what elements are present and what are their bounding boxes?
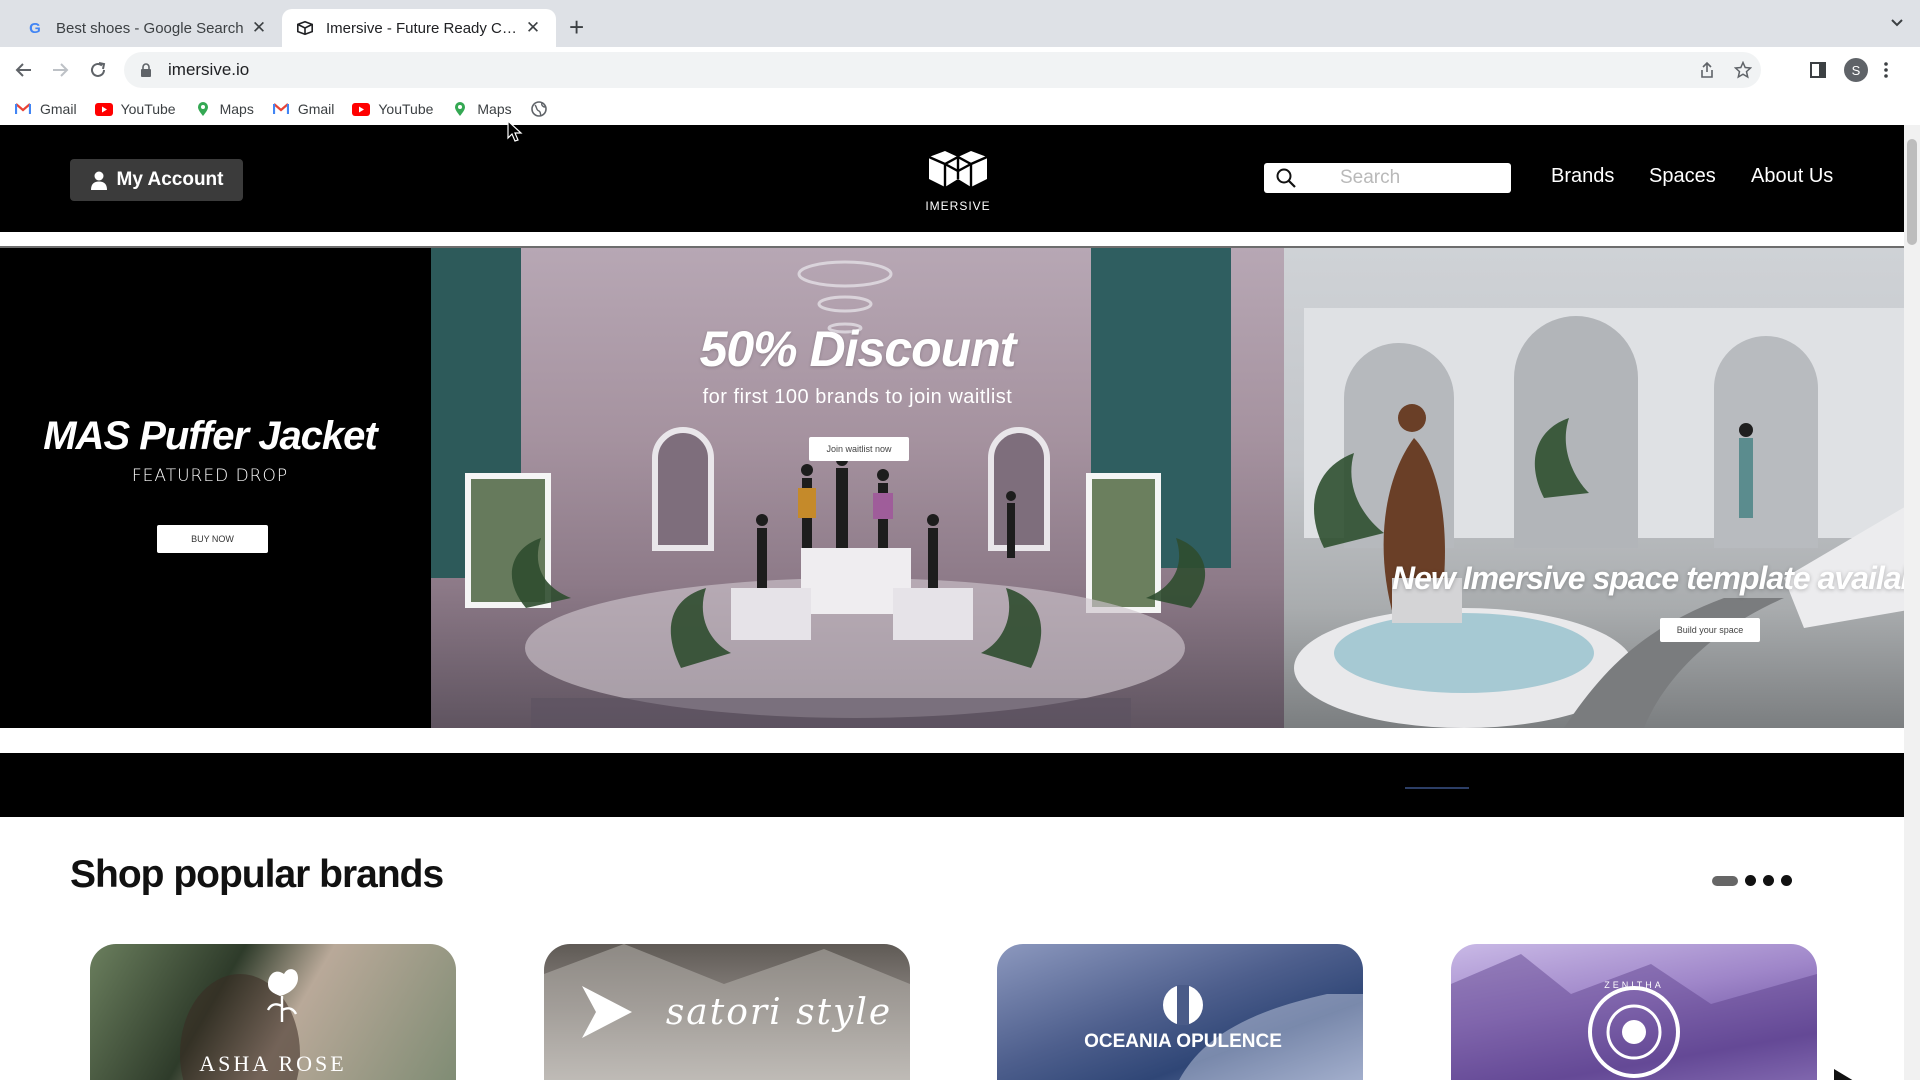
brand-name: ASHA ROSE [199,1051,347,1076]
site-header: My Account IMERSIVE Brands Spaces About … [0,125,1904,232]
pagination-dot-active[interactable] [1712,875,1738,886]
close-icon[interactable]: ✕ [250,18,268,37]
join-waitlist-button[interactable]: Join waitlist now [809,437,909,461]
url-text: imersive.io [168,60,250,79]
pagination-dot[interactable] [1763,875,1774,886]
slide-subtitle: FEATURED DROP [131,466,289,486]
reload-icon[interactable] [86,58,110,82]
brand-card-satori-style[interactable]: satori style [544,944,910,1080]
tab-title: Best shoes - Google Search [56,19,244,37]
imersive-icon [296,19,314,37]
brand-name: OCEANIA OPULENCE [1084,1031,1282,1052]
section-title: Shop popular brands [70,853,444,896]
lock-icon[interactable] [140,63,156,77]
tab-google-search[interactable]: G Best shoes - Google Search ✕ [12,9,282,47]
brand-card-asha-rose[interactable]: ASHA ROSE [90,944,456,1080]
new-tab-button[interactable]: + [569,14,584,40]
forward-icon[interactable] [48,58,72,82]
maps-icon [451,102,469,116]
brand-name: ZENITHA [1604,980,1664,990]
search-input[interactable] [1308,167,1498,189]
gmail-icon [272,102,290,116]
browser-toolbar: imersive.io S [0,47,1920,93]
slide-title: MAS Puffer Jacket [43,414,378,458]
carousel-progress-indicator [1405,787,1469,789]
search-icon[interactable] [1276,168,1296,188]
youtube-icon [94,102,113,116]
tab-strip: G Best shoes - Google Search ✕ Imersive … [0,0,1920,47]
hero-carousel: MAS Puffer Jacket FEATURED DROP BUY NOW [0,248,1920,728]
avatar[interactable]: S [1844,58,1868,82]
user-icon [90,171,108,190]
brand-name: satori style [665,992,893,1033]
logo-wordmark: IMERSIVE [925,199,991,213]
brand-pagination [1712,875,1792,886]
bookmark-youtube[interactable]: YouTube [94,101,176,117]
carousel-indicator-band [0,753,1904,817]
build-your-space-button[interactable]: Build your space [1660,618,1760,642]
google-icon: G [26,19,44,37]
slide-subtitle: for first 100 brands to join waitlist [702,386,1013,408]
bookmark-gmail[interactable]: Gmail [272,101,334,117]
nav-about-us[interactable]: About Us [1751,165,1833,188]
address-bar[interactable]: imersive.io [124,52,1761,88]
my-account-label: My Account [116,169,224,190]
nav-brands[interactable]: Brands [1551,165,1614,188]
maps-icon [194,102,212,116]
gmail-icon [14,102,32,116]
pagination-dot[interactable] [1781,875,1792,886]
bookmark-gmail[interactable]: Gmail [14,101,77,117]
close-icon[interactable]: ✕ [524,18,542,37]
globe-icon [530,101,548,117]
mouse-cursor-icon [507,120,523,142]
bookmark-maps[interactable]: Maps [451,101,512,117]
svg-text:G: G [29,20,41,36]
browser-actions: S [1810,58,1888,82]
side-panel-icon[interactable] [1810,62,1826,78]
brand-card-oceania-opulence[interactable]: OCEANIA OPULENCE [997,944,1363,1080]
site-search[interactable] [1264,163,1511,193]
tab-title: Imersive - Future Ready Cons... [326,19,524,37]
hero-slide-space-template[interactable]: New Imersive space template availabl Bui… [1284,248,1920,728]
slide-title: New Imersive space template availabl [1392,560,1920,596]
bookmark-maps[interactable]: Maps [194,101,254,117]
bookmark-globe[interactable] [530,101,556,117]
my-account-button[interactable]: My Account [70,159,243,201]
bookmarks-bar: Gmail YouTube Maps Gmail YouTube Maps [0,93,1920,125]
page-scrollbar[interactable] [1904,125,1920,1080]
share-icon[interactable] [1689,61,1725,79]
space-template-scene-image [1294,308,1920,728]
pagination-dot[interactable] [1745,875,1756,886]
hero-slide-puffer-jacket[interactable]: MAS Puffer Jacket FEATURED DROP BUY NOW [0,248,431,728]
bookmark-youtube[interactable]: YouTube [352,101,433,117]
more-menu-icon[interactable] [1884,62,1888,78]
slide-title: 50% Discount [699,321,1017,377]
tab-imersive[interactable]: Imersive - Future Ready Cons... ✕ [282,9,556,47]
oceania-logo-icon [1163,985,1363,1080]
scrollbar-thumb[interactable] [1907,139,1917,245]
zenitha-logo-icon [1451,954,1817,1080]
back-icon[interactable] [12,58,36,82]
nav-spaces[interactable]: Spaces [1649,165,1716,188]
brand-card-zenitha[interactable]: ZENITHA [1451,944,1817,1080]
imersive-logo-icon [928,151,988,187]
hero-slide-discount[interactable]: 50% Discount for first 100 brands to joi… [431,248,1284,728]
page-viewport: My Account IMERSIVE Brands Spaces About … [0,125,1920,1080]
buy-now-button[interactable]: BUY NOW [157,525,268,553]
chevron-down-icon[interactable] [1890,16,1904,35]
youtube-icon [352,102,371,116]
imersive-logo[interactable]: IMERSIVE [920,147,996,213]
next-arrow-icon[interactable] [1834,1069,1854,1080]
star-icon[interactable] [1725,61,1761,79]
